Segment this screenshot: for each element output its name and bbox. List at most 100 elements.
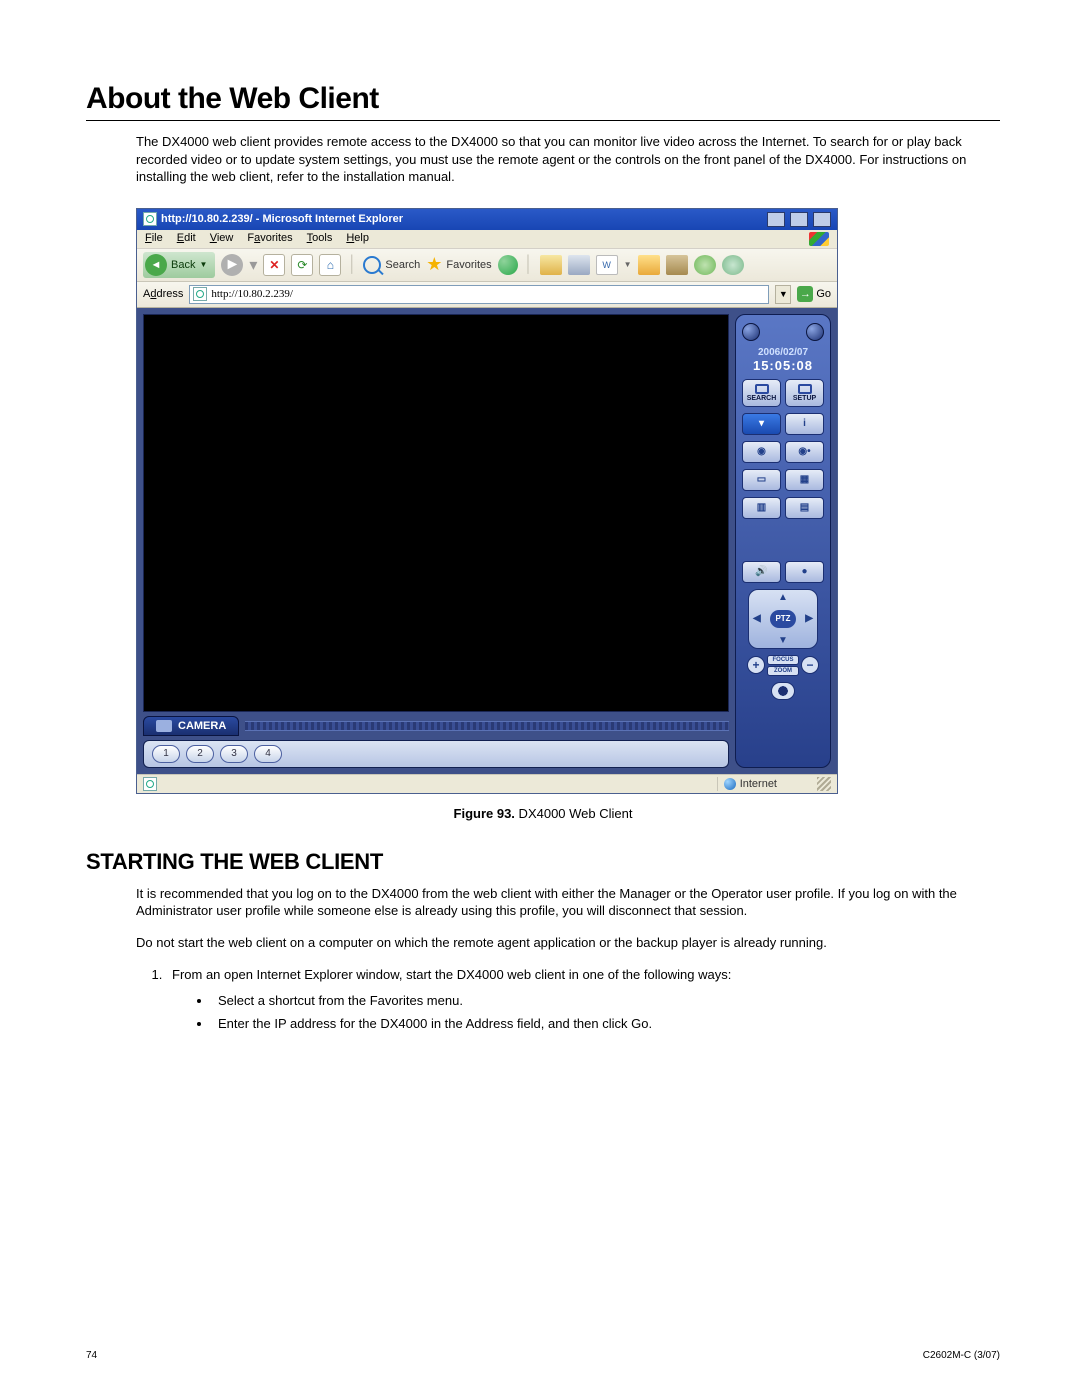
extra-icon[interactable] <box>722 255 744 275</box>
menu-help[interactable]: Help <box>346 232 369 246</box>
refresh-button[interactable]: ⟳ <box>291 254 313 276</box>
snapshot-button[interactable]: ● <box>785 561 824 583</box>
mail-icon[interactable] <box>540 255 562 275</box>
ptz-down-icon[interactable]: ▼ <box>778 635 788 646</box>
paragraph-1: It is recommended that you log on to the… <box>136 885 1000 920</box>
page-number: 74 <box>86 1350 97 1361</box>
address-dropdown[interactable]: ▼ <box>775 285 791 304</box>
home-button[interactable]: ⌂ <box>319 254 341 276</box>
windows-flag-icon <box>809 232 829 246</box>
go-button[interactable]: →Go <box>797 286 831 302</box>
status-bar: Internet <box>137 774 837 793</box>
video-viewport <box>143 314 729 712</box>
favorites-button[interactable]: ★Favorites <box>426 254 491 275</box>
address-bar: Address ▼ →Go <box>137 282 837 308</box>
page-icon <box>193 287 207 301</box>
focus-plus-button[interactable]: + <box>747 656 765 674</box>
control-panel: 2006/02/07 15:05:08 SEARCH SETUP ▾ i ◉ ◉… <box>735 314 831 768</box>
edit-icon[interactable]: W <box>596 255 618 275</box>
bullet-1: Select a shortcut from the Favorites men… <box>212 991 1000 1011</box>
close-button[interactable] <box>813 212 831 227</box>
resize-grip[interactable] <box>817 777 831 791</box>
search-icon <box>363 256 381 274</box>
setup-icon <box>798 384 812 394</box>
doc-number: C2602M-C (3/07) <box>923 1350 1000 1361</box>
address-label: Address <box>143 288 183 300</box>
ptz-left-icon[interactable]: ◀ <box>753 613 761 624</box>
page-icon <box>143 212 157 226</box>
focus-minus-button[interactable]: − <box>801 656 819 674</box>
bullet-2: Enter the IP address for the DX4000 in t… <box>212 1014 1000 1034</box>
zone-text: Internet <box>740 778 777 790</box>
date-text: 2006/02/07 <box>742 347 824 358</box>
jog-knob[interactable] <box>771 682 795 700</box>
drag-handle[interactable] <box>245 721 729 731</box>
title-rule <box>86 120 1000 121</box>
time-text: 15:05:08 <box>742 358 824 373</box>
menu-favorites[interactable]: Favorites <box>247 232 292 246</box>
window-title-text: http://10.80.2.239/ - Microsoft Internet… <box>161 213 403 225</box>
messenger-icon[interactable] <box>694 255 716 275</box>
search-button[interactable]: SEARCH <box>742 379 781 407</box>
back-button[interactable]: ◄Back ▼ <box>143 252 215 278</box>
menu-tools[interactable]: Tools <box>307 232 333 246</box>
camera-button-1[interactable]: 1 <box>152 745 180 763</box>
zoom-label: ZOOM <box>767 666 799 676</box>
rec2-button[interactable]: ◉• <box>785 441 824 463</box>
figure-caption: Figure 93. DX4000 Web Client <box>86 806 1000 821</box>
panel-min-icon[interactable] <box>742 323 760 341</box>
screenshot-ie-window: http://10.80.2.239/ - Microsoft Internet… <box>136 208 838 794</box>
camera-icon <box>156 720 172 732</box>
step-1: From an open Internet Explorer window, s… <box>166 965 1000 1034</box>
page-footer: 74 C2602M-C (3/07) <box>86 1350 1000 1361</box>
menu-view[interactable]: View <box>210 232 234 246</box>
camera-button-4[interactable]: 4 <box>254 745 282 763</box>
ptz-center-label: PTZ <box>770 610 796 628</box>
camera-tab[interactable]: CAMERA <box>143 716 239 736</box>
research-icon[interactable] <box>666 255 688 275</box>
print-icon[interactable] <box>568 255 590 275</box>
datetime-display: 2006/02/07 15:05:08 <box>742 347 824 373</box>
address-field[interactable] <box>189 285 769 304</box>
forward-button[interactable]: ► <box>221 254 243 276</box>
flag-button[interactable]: ▾ <box>742 413 781 435</box>
stop-button[interactable]: ✕ <box>263 254 285 276</box>
folder-icon[interactable] <box>638 255 660 275</box>
menu-edit[interactable]: Edit <box>177 232 196 246</box>
globe-icon <box>724 778 736 790</box>
camera-label: CAMERA <box>178 720 226 732</box>
window-titlebar: http://10.80.2.239/ - Microsoft Internet… <box>137 209 837 230</box>
minimize-button[interactable] <box>767 212 785 227</box>
quad-view-button[interactable]: ▦ <box>785 469 824 491</box>
search-button[interactable]: Search <box>363 256 420 274</box>
history-icon[interactable] <box>498 255 518 275</box>
intro-paragraph: The DX4000 web client provides remote ac… <box>136 133 1000 186</box>
menu-bar: File Edit View Favorites Tools Help <box>137 230 837 249</box>
toolbar: ◄Back ▼ ► ▾ ✕ ⟳ ⌂ │ Search ★Favorites │ … <box>137 249 837 282</box>
steps-list: From an open Internet Explorer window, s… <box>166 965 1000 1034</box>
ptz-up-icon[interactable]: ▲ <box>778 592 788 603</box>
focus-label: FOCUS <box>767 655 799 665</box>
info-button[interactable]: i <box>785 413 824 435</box>
ptz-pad[interactable]: ▲ ▼ ◀ ▶ PTZ <box>748 589 818 649</box>
dx4000-client-area: CAMERA 1 2 3 4 2006/02/07 1 <box>137 308 837 774</box>
audio-button[interactable]: 🔊 <box>742 561 781 583</box>
page-title: About the Web Client <box>86 82 1000 116</box>
address-input[interactable] <box>211 288 765 300</box>
paragraph-2: Do not start the web client on a compute… <box>136 934 1000 952</box>
security-zone: Internet <box>717 777 817 791</box>
camera-button-3[interactable]: 3 <box>220 745 248 763</box>
maximize-button[interactable] <box>790 212 808 227</box>
ptz-right-icon[interactable]: ▶ <box>805 613 813 624</box>
grid-view-button[interactable]: ▤ <box>785 497 824 519</box>
menu-file[interactable]: File <box>145 232 163 246</box>
panel-close-icon[interactable] <box>806 323 824 341</box>
multi-view-button[interactable]: ▥ <box>742 497 781 519</box>
camera-controls: 1 2 3 4 <box>143 740 729 768</box>
single-view-button[interactable]: ▭ <box>742 469 781 491</box>
search-icon <box>755 384 769 394</box>
setup-button[interactable]: SETUP <box>785 379 824 407</box>
rec-button[interactable]: ◉ <box>742 441 781 463</box>
star-icon: ★ <box>426 254 442 275</box>
camera-button-2[interactable]: 2 <box>186 745 214 763</box>
